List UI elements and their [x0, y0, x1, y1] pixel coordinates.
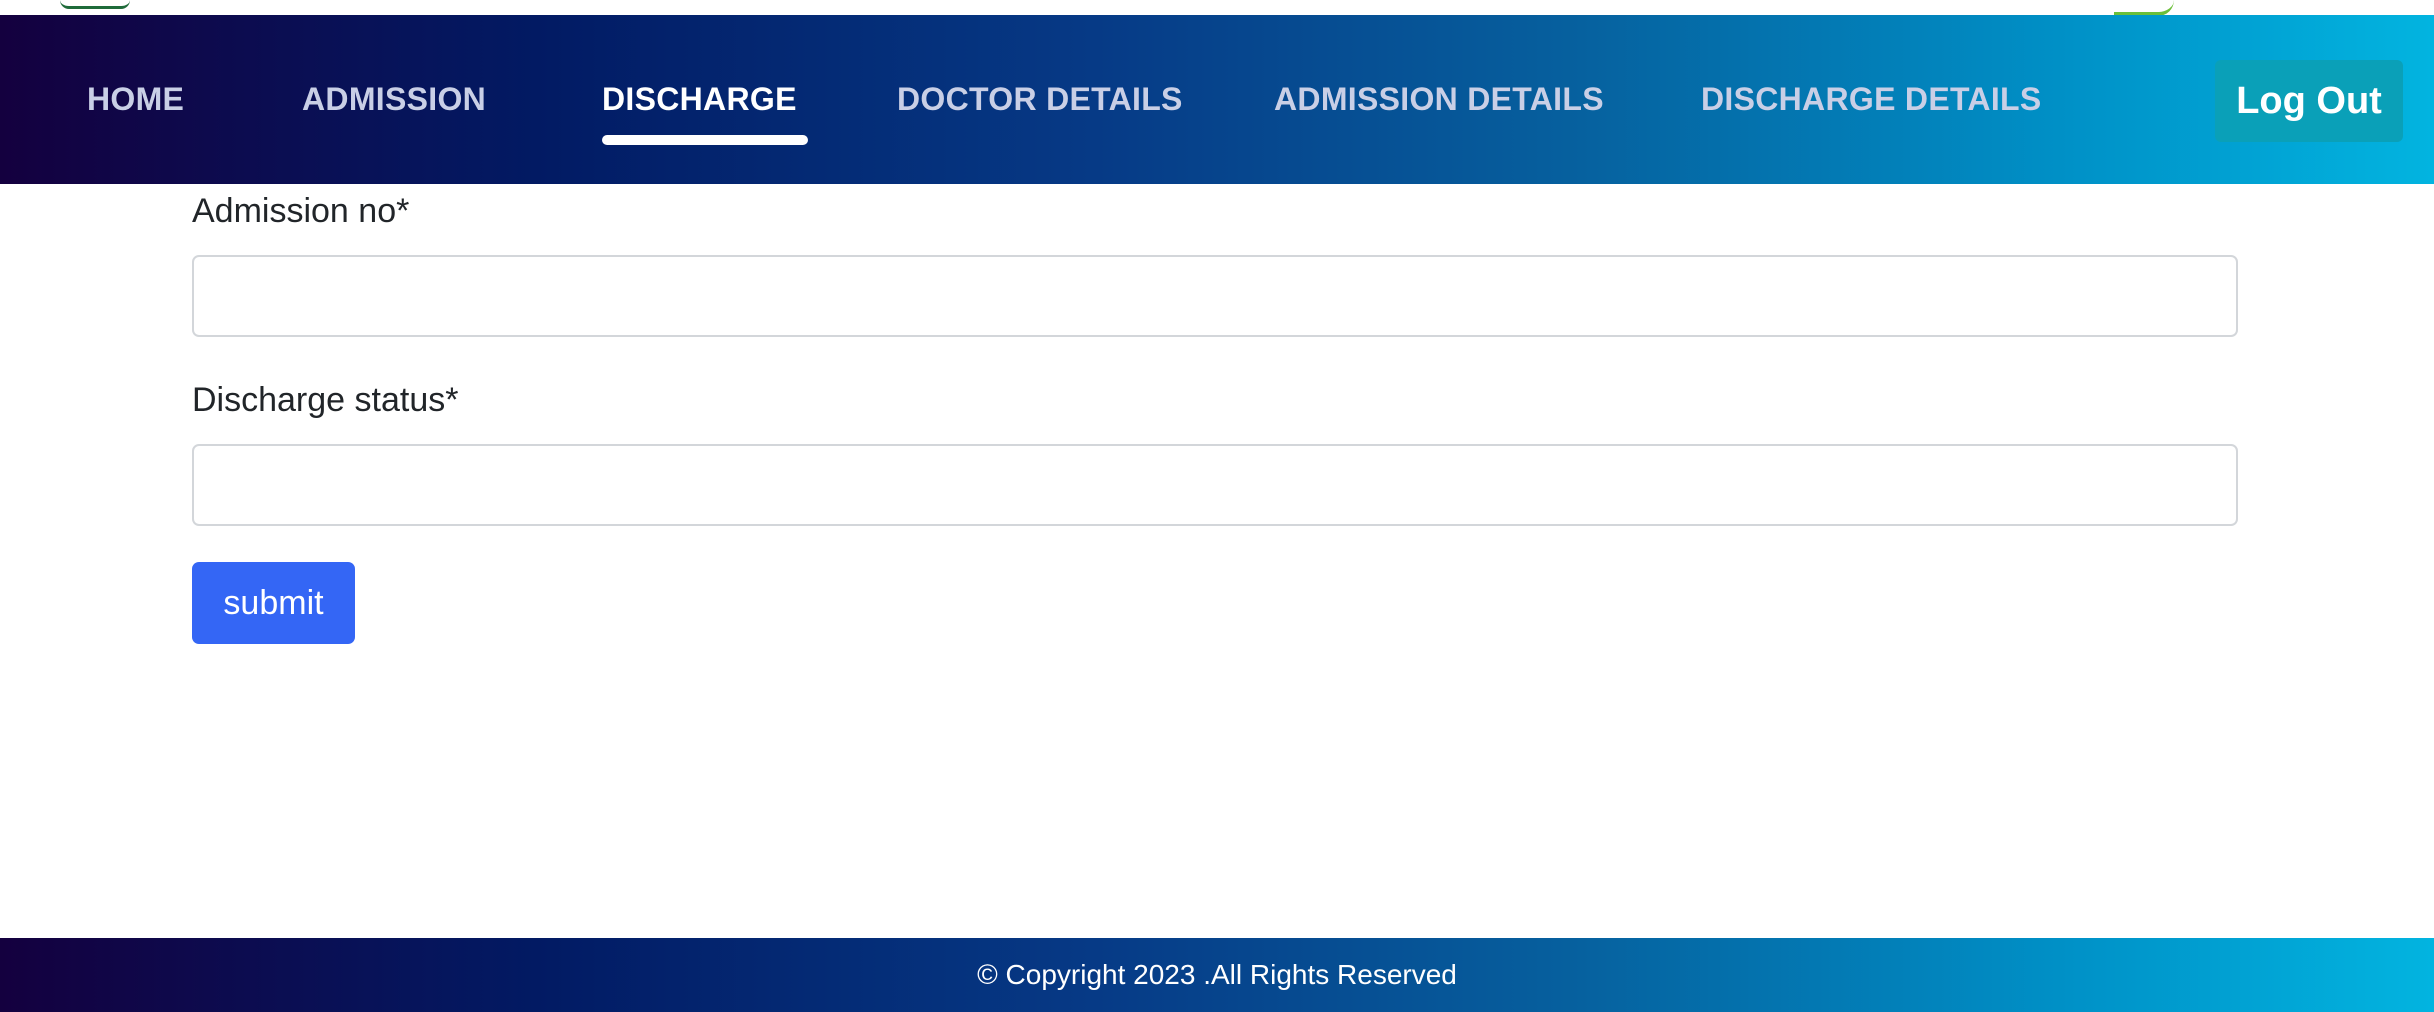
discharge-status-input[interactable] — [192, 444, 2238, 526]
footer: © Copyright 2023 .All Rights Reserved — [0, 938, 2434, 1012]
navbar: HOME ADMISSION DISCHARGE DOCTOR DETAILS … — [0, 15, 2434, 184]
nav-item-discharge-details[interactable]: DISCHARGE DETAILS — [1701, 15, 2042, 184]
admission-no-label: Admission no* — [192, 192, 410, 230]
page: HOME ADMISSION DISCHARGE DOCTOR DETAILS … — [0, 0, 2434, 1012]
active-tab-indicator — [602, 135, 808, 145]
top-logo-strip — [0, 0, 2434, 16]
nav-item-home[interactable]: HOME — [87, 15, 184, 184]
discharge-status-label: Discharge status* — [192, 381, 459, 419]
nav-item-admission-details[interactable]: ADMISSION DETAILS — [1274, 15, 1604, 184]
admission-no-input[interactable] — [192, 255, 2238, 337]
leaf-decoration — [2114, 0, 2174, 16]
logout-button[interactable]: Log Out — [2215, 60, 2403, 142]
copyright-text: © Copyright 2023 .All Rights Reserved — [977, 959, 1457, 990]
logo-fragment — [60, 0, 130, 9]
submit-button[interactable]: submit — [192, 562, 355, 644]
nav-item-discharge[interactable]: DISCHARGE — [602, 15, 797, 184]
nav-item-admission[interactable]: ADMISSION — [302, 15, 486, 184]
nav-item-doctor-details[interactable]: DOCTOR DETAILS — [897, 15, 1183, 184]
